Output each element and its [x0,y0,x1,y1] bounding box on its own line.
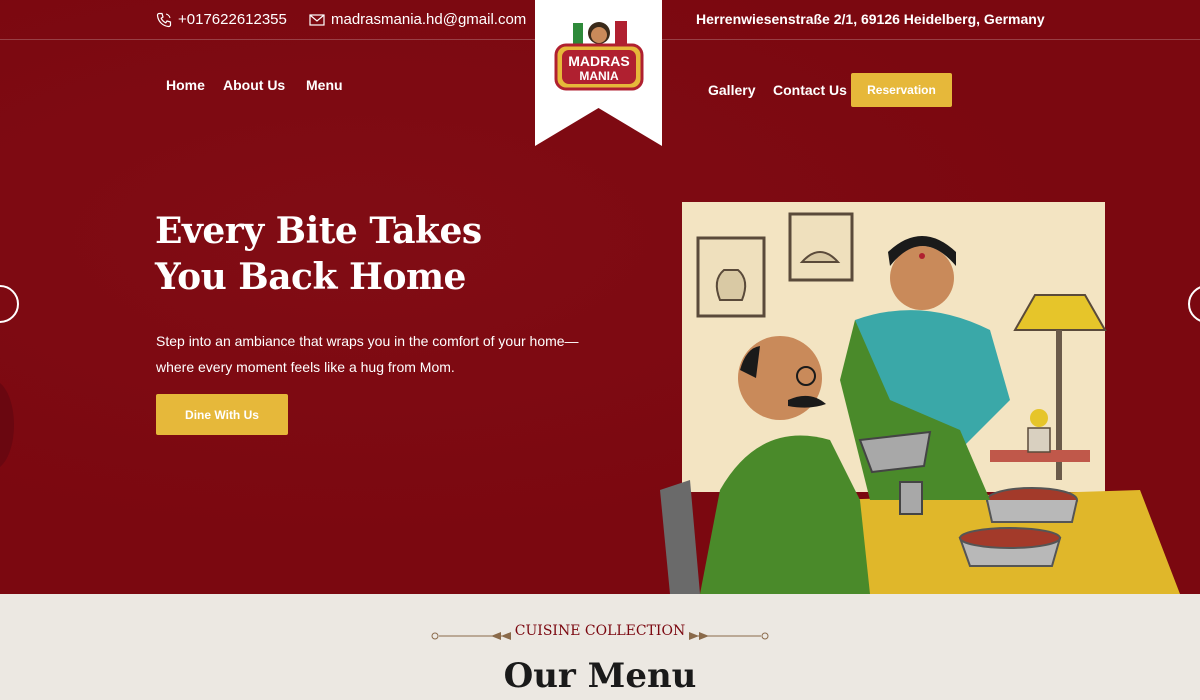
menu-section: CUISINE COLLECTION Our Menu [0,594,1200,700]
street-address: Herrenwiesenstraße 2/1, 69126 Heidelberg… [696,11,1045,27]
right-ornament-icon [689,632,769,640]
hero-title-line1: Every Bite Takes [155,210,482,252]
phone-contact[interactable]: +017622612355 [156,11,287,28]
dine-with-us-button[interactable]: Dine With Us [156,394,288,435]
hero-title: Every Bite Takes You Back Home [155,208,555,300]
reservation-button[interactable]: Reservation [851,73,952,107]
menu-heading: Our Menu [503,656,697,696]
hero-description: Step into an ambiance that wraps you in … [156,333,579,375]
phone-icon [156,12,172,27]
nav-menu[interactable]: Menu [306,77,343,93]
section-eyebrow: CUISINE COLLECTION [514,623,686,639]
mail-icon [309,13,325,26]
phone-number: +017622612355 [178,11,287,28]
hero-section: +017622612355 madrasmania.hd@gmail.com H… [0,0,1200,594]
hero-illustration [660,202,1180,594]
nav-about-us[interactable]: About Us [223,77,285,93]
madras-mania-logo[interactable]: MADRAS MANIA [553,15,645,95]
chevron-left-icon[interactable] [0,285,19,323]
nav-contact-us[interactable]: Contact Us [773,82,847,98]
hero-title-line2: You Back Home [155,256,466,298]
logo-text-line2: MANIA [579,69,619,83]
nav-home[interactable]: Home [166,77,205,93]
email-address: madrasmania.hd@gmail.com [331,11,527,28]
email-contact[interactable]: madrasmania.hd@gmail.com [309,11,526,28]
nav-gallery[interactable]: Gallery [708,82,755,98]
decorative-shape [0,380,14,470]
logo-text-line1: MADRAS [568,53,629,69]
